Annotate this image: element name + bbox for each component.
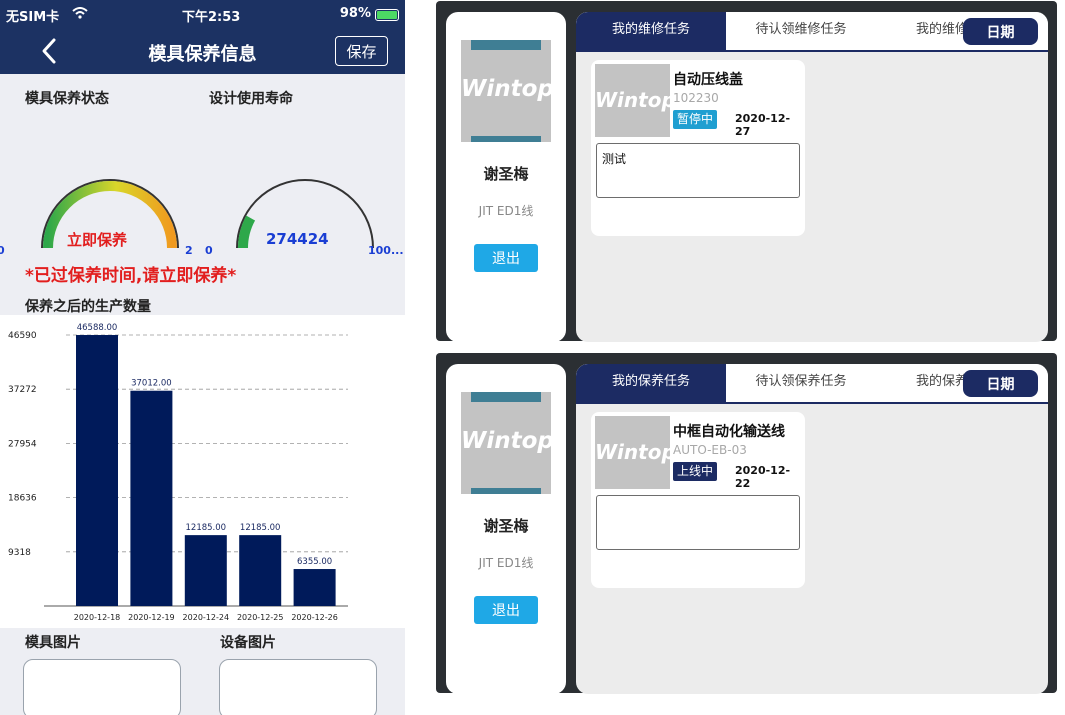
maintenance-status-label: 模具保养状态 bbox=[25, 91, 109, 107]
tab-my-repair-more[interactable]: 我的维修 bbox=[876, 12, 968, 50]
task-image: Wintop bbox=[595, 416, 670, 489]
task-code: AUTO-EB-03 bbox=[673, 443, 747, 457]
date-filter-button[interactable]: 日期 bbox=[963, 18, 1038, 45]
y-tick-label: 18636 bbox=[8, 494, 37, 504]
gauge2-max: 100... bbox=[368, 244, 404, 257]
bar bbox=[184, 535, 227, 606]
battery-percent: 98% bbox=[339, 6, 371, 21]
bar-value-label: 12185.00 bbox=[186, 523, 227, 533]
overdue-warning: *已过保养时间,请立即保养* bbox=[25, 266, 237, 286]
mold-maintenance-screen: 无SIM卡 下午2:53 98% 模具保养信息 保存 模具保养状态 设计使用寿命… bbox=[0, 0, 405, 715]
chart-canvas: 9318 18636 27954 37272 46590 46588.00 2020-12-… bbox=[8, 323, 348, 622]
repair-task-screen: Wintop 谢圣梅 JIT ED1线 退出 我的维修任务 待认领维修任务 我的… bbox=[436, 1, 1057, 342]
mold-image-label: 模具图片 bbox=[25, 635, 81, 651]
status-badge: 暂停中 bbox=[673, 110, 718, 129]
tab-unclaimed-repair-tasks[interactable]: 待认领维修任务 bbox=[726, 12, 876, 50]
gauge2-value: 274424 bbox=[266, 230, 329, 248]
status-badge: 上线中 bbox=[673, 462, 718, 481]
x-tick-label: 2020-12-26 bbox=[291, 613, 338, 622]
y-tick-label: 27954 bbox=[8, 439, 37, 449]
battery-icon bbox=[375, 9, 399, 21]
production-line: JIT ED1线 bbox=[478, 556, 534, 570]
clock: 下午2:53 bbox=[182, 10, 241, 25]
tab-underline bbox=[576, 402, 1048, 404]
bar-value-label: 46588.00 bbox=[77, 323, 118, 333]
gauge1-value: 立即保养 bbox=[67, 231, 128, 249]
bar-value-label: 12185.00 bbox=[240, 523, 281, 533]
user-name: 谢圣梅 bbox=[483, 517, 529, 535]
bar-value-label: 37012.00 bbox=[131, 379, 172, 389]
image-section: 模具图片 设备图片 bbox=[0, 628, 405, 715]
wifi-icon bbox=[72, 7, 88, 19]
gauge2-min: 0 bbox=[205, 244, 213, 257]
task-title: 自动压线盖 bbox=[673, 72, 743, 88]
user-name: 谢圣梅 bbox=[483, 165, 529, 183]
bar bbox=[293, 569, 336, 606]
task-code: 102230 bbox=[673, 91, 719, 105]
design-life-label: 设计使用寿命 bbox=[209, 91, 293, 107]
tab-unclaimed-maintenance-tasks[interactable]: 待认领保养任务 bbox=[726, 364, 876, 402]
date-filter-button[interactable]: 日期 bbox=[963, 370, 1038, 397]
production-bar-chart: 9318 18636 27954 37272 46590 46588.00 2020-12-… bbox=[0, 315, 405, 628]
wintop-logo: Wintop bbox=[461, 76, 551, 102]
save-button[interactable]: 保存 bbox=[335, 36, 388, 66]
x-tick-label: 2020-12-18 bbox=[74, 613, 121, 622]
tab-my-maintenance-tasks[interactable]: 我的保养任务 bbox=[576, 364, 726, 402]
wintop-logo: Wintop bbox=[461, 428, 551, 454]
bar bbox=[76, 335, 118, 606]
task-note[interactable]: 测试 bbox=[596, 143, 800, 198]
task-date: 2020-12-22 bbox=[735, 464, 791, 490]
tab-underline bbox=[576, 50, 1048, 52]
wintop-logo: Wintop bbox=[595, 440, 670, 464]
task-card[interactable]: Wintop 自动压线盖 102230 暂停中 2020-12-27 测试 bbox=[591, 60, 805, 236]
wintop-logo: Wintop bbox=[595, 88, 670, 112]
bar-value-label: 6355.00 bbox=[297, 557, 332, 567]
exit-button[interactable]: 退出 bbox=[474, 596, 538, 624]
bar bbox=[130, 390, 173, 606]
user-avatar: Wintop bbox=[461, 392, 551, 494]
task-image: Wintop bbox=[595, 64, 670, 137]
task-card[interactable]: Wintop 中框自动化输送线 AUTO-EB-03 上线中 2020-12-2… bbox=[591, 412, 805, 588]
task-panel: 我的保养任务 待认领保养任务 我的保养 日期 Wintop 中框自动化输送线 A… bbox=[576, 364, 1048, 694]
tab-bar: 我的维修任务 待认领维修任务 我的维修 日期 bbox=[576, 12, 1048, 50]
equipment-image-label: 设备图片 bbox=[220, 635, 276, 651]
nav-bar: 模具保养信息 保存 bbox=[0, 28, 405, 74]
task-panel: 我的维修任务 待认领维修任务 我的维修 日期 Wintop 自动压线盖 1022… bbox=[576, 12, 1048, 342]
bar bbox=[239, 535, 282, 606]
x-tick-label: 2020-12-19 bbox=[128, 613, 175, 622]
tab-bar: 我的保养任务 待认领保养任务 我的保养 日期 bbox=[576, 364, 1048, 402]
production-line: JIT ED1线 bbox=[478, 204, 534, 218]
tab-my-repair-tasks[interactable]: 我的维修任务 bbox=[576, 12, 726, 50]
y-tick-label: 9318 bbox=[8, 548, 31, 558]
task-note[interactable] bbox=[596, 495, 800, 550]
exit-button[interactable]: 退出 bbox=[474, 244, 538, 272]
y-tick-label: 46590 bbox=[8, 331, 37, 341]
user-avatar: Wintop bbox=[461, 40, 551, 142]
status-bar: 无SIM卡 下午2:53 98% bbox=[0, 0, 405, 28]
user-card: Wintop 谢圣梅 JIT ED1线 退出 bbox=[446, 364, 566, 694]
gauge1-min: 0 bbox=[0, 244, 5, 257]
task-date: 2020-12-27 bbox=[735, 112, 791, 138]
production-since-label: 保养之后的生产数量 bbox=[25, 299, 151, 315]
x-tick-label: 2020-12-25 bbox=[237, 613, 284, 622]
tab-my-maintenance-more[interactable]: 我的保养 bbox=[876, 364, 968, 402]
carrier-label: 无SIM卡 bbox=[6, 10, 60, 25]
mold-image-upload[interactable] bbox=[23, 659, 181, 715]
equipment-image-upload[interactable] bbox=[219, 659, 377, 715]
maintenance-task-screen: Wintop 谢圣梅 JIT ED1线 退出 我的保养任务 待认领保养任务 我的… bbox=[436, 353, 1057, 694]
gauge1-max: 2 bbox=[185, 244, 193, 257]
user-card: Wintop 谢圣梅 JIT ED1线 退出 bbox=[446, 12, 566, 342]
y-tick-label: 37272 bbox=[8, 385, 37, 395]
x-tick-label: 2020-12-24 bbox=[183, 613, 230, 622]
task-title: 中框自动化输送线 bbox=[673, 424, 785, 440]
